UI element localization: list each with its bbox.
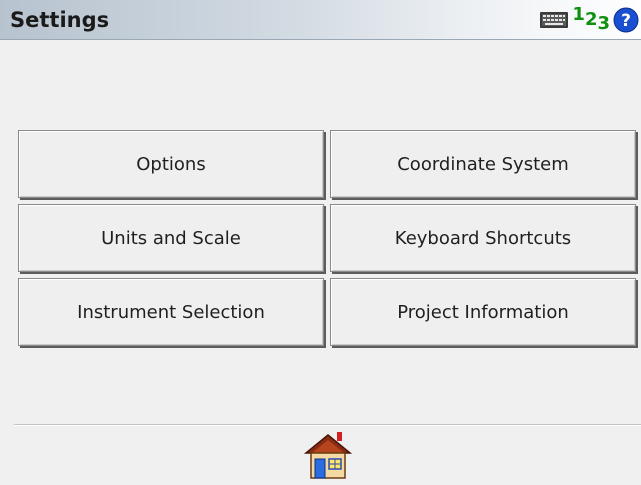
keyboard-icon[interactable] bbox=[539, 9, 569, 31]
bottom-bar bbox=[14, 425, 641, 485]
coordinate-system-button[interactable]: Coordinate System bbox=[330, 130, 636, 198]
instrument-selection-button[interactable]: Instrument Selection bbox=[18, 278, 324, 346]
home-icon bbox=[303, 432, 353, 479]
title-bar: Settings 123 ? bbox=[0, 0, 641, 40]
numeric-input-icon[interactable]: 123 bbox=[572, 6, 610, 33]
title-bar-icons: 123 ? bbox=[539, 6, 639, 34]
units-and-scale-button[interactable]: Units and Scale bbox=[18, 204, 324, 272]
page-title: Settings bbox=[10, 8, 110, 32]
help-icon[interactable]: ? bbox=[613, 7, 639, 33]
svg-text:?: ? bbox=[621, 11, 631, 31]
project-information-button[interactable]: Project Information bbox=[330, 278, 636, 346]
keyboard-shortcuts-button[interactable]: Keyboard Shortcuts bbox=[330, 204, 636, 272]
home-button[interactable] bbox=[303, 429, 353, 481]
options-button[interactable]: Options bbox=[18, 130, 324, 198]
